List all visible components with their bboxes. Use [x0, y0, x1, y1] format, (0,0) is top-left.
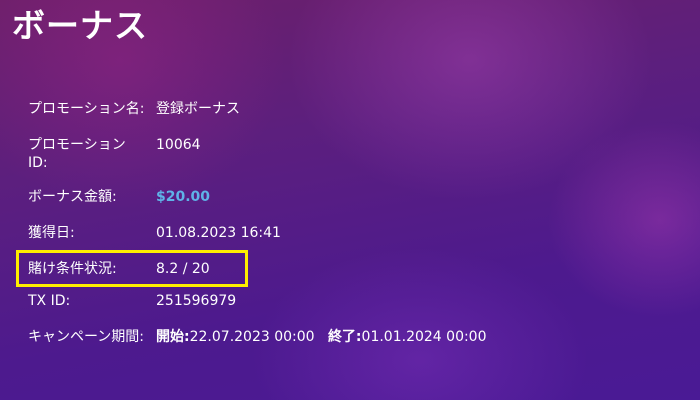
promotion-id-row: プロモーションID: 10064 — [28, 136, 201, 172]
wager-status-highlight — [16, 250, 248, 287]
campaign-end-label: 終了: — [327, 329, 362, 345]
tx-id-row: TX ID: 251596979 — [28, 292, 236, 310]
acquired-date-value: 01.08.2023 16:41 — [156, 225, 281, 241]
promotion-id-value: 10064 — [156, 137, 201, 153]
promotion-name-row: プロモーション名: 登録ボーナス — [28, 100, 240, 118]
campaign-end-value: 01.01.2024 00:00 — [361, 329, 487, 345]
acquired-date-row: 獲得日: 01.08.2023 16:41 — [28, 224, 281, 242]
tx-id-label: TX ID: — [28, 293, 71, 309]
campaign-period-row: キャンペーン期間: 開始:22.07.2023 00:00 終了:01.01.2… — [28, 328, 487, 346]
bonus-amount-label: ボーナス金額: — [28, 189, 117, 205]
bonus-amount-value: $20.00 — [156, 189, 211, 205]
bonus-amount-row: ボーナス金額: $20.00 — [28, 188, 210, 206]
campaign-period-label: キャンペーン期間: — [28, 329, 145, 345]
campaign-start-label: 開始: — [156, 329, 190, 345]
promotion-id-label: プロモーションID: — [28, 137, 126, 171]
acquired-date-label: 獲得日: — [28, 225, 75, 241]
promotion-name-label: プロモーション名: — [28, 101, 145, 117]
tx-id-value: 251596979 — [156, 293, 237, 309]
promotion-name-value: 登録ボーナス — [156, 101, 240, 117]
page-title: ボーナス — [12, 6, 148, 45]
campaign-period-value: 開始:22.07.2023 00:00 終了:01.01.2024 00:00 — [156, 328, 487, 346]
campaign-start-value: 22.07.2023 00:00 — [189, 329, 315, 345]
